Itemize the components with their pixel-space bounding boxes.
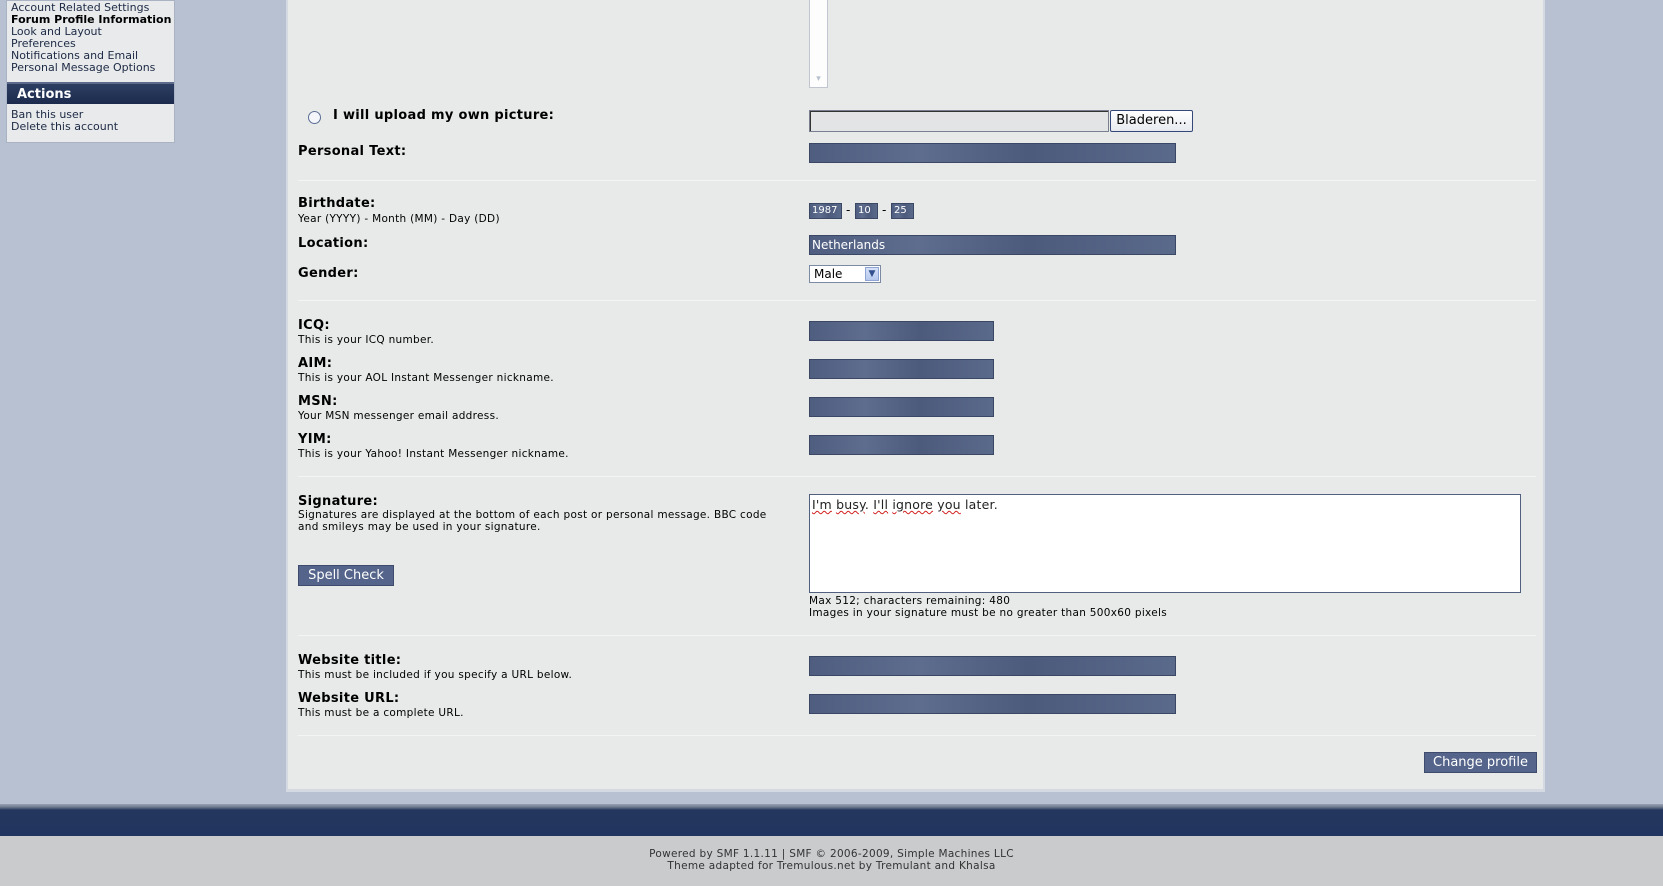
birthdate-description: Year (YYYY) - Month (MM) - Day (DD) (298, 213, 500, 225)
upload-file-input[interactable] (809, 110, 1109, 132)
chevron-down-icon[interactable]: ▼ (865, 267, 879, 281)
profile-form-panel: ▾ I will upload my own picture: Bladeren… (286, 0, 1545, 792)
personal-text-input[interactable] (809, 143, 1176, 163)
actions-menu: Ban this user Delete this account (7, 104, 174, 141)
delete-account-link[interactable]: Delete this account (11, 121, 170, 133)
location-label: Location: (298, 236, 369, 251)
signature-image-note: Images in your signature must be no grea… (809, 607, 1167, 619)
actions-header: Actions (7, 82, 174, 104)
birth-day-input[interactable]: 25 (891, 203, 914, 219)
signature-word: later. (960, 497, 998, 512)
divider (298, 180, 1536, 181)
website-url-label: Website URL: (298, 691, 400, 706)
msn-description: Your MSN messenger email address. (298, 410, 499, 422)
signature-word: I'll (873, 497, 889, 512)
gender-select[interactable]: Male ▼ (809, 265, 881, 283)
profile-menu: Account Related Settings Forum Profile I… (7, 1, 174, 79)
personal-text-label: Personal Text: (298, 144, 407, 159)
divider (298, 476, 1536, 477)
yim-description: This is your Yahoo! Instant Messenger ni… (298, 448, 569, 460)
website-url-description: This must be a complete URL. (298, 707, 464, 719)
footer-credits: Powered by SMF 1.1.11 | SMF © 2006-2009,… (649, 848, 1014, 860)
gender-label: Gender: (298, 266, 359, 281)
yim-label: YIM: (298, 432, 332, 447)
avatar-gallery-scrollbar[interactable]: ▾ (809, 0, 828, 88)
upload-picture-label: I will upload my own picture: (333, 108, 555, 123)
spell-check-button[interactable]: Spell Check (298, 565, 394, 586)
gender-selected-value: Male (814, 267, 843, 281)
website-title-label: Website title: (298, 653, 402, 668)
profile-form: ▾ I will upload my own picture: Bladeren… (298, 0, 1537, 789)
website-title-description: This must be included if you specify a U… (298, 669, 573, 681)
website-title-input[interactable] (809, 656, 1176, 676)
footer-theme-credits: Theme adapted for Tremulous.net by Tremu… (667, 860, 996, 872)
signature-word: I'm (812, 497, 832, 512)
birth-month-input[interactable]: 10 (855, 203, 878, 219)
signature-word: you (937, 497, 961, 512)
icq-label: ICQ: (298, 318, 330, 333)
date-separator: - (882, 203, 887, 217)
date-separator: - (846, 203, 851, 217)
footer: Powered by SMF 1.1.11 | SMF © 2006-2009,… (0, 836, 1663, 886)
profile-sidebar: Account Related Settings Forum Profile I… (6, 0, 175, 143)
birthdate-label: Birthdate: (298, 196, 376, 211)
aim-description: This is your AOL Instant Messenger nickn… (298, 372, 554, 384)
divider (298, 735, 1536, 736)
yim-input[interactable] (809, 435, 994, 455)
msn-input[interactable] (809, 397, 994, 417)
signature-word: busy (836, 497, 865, 512)
signature-label: Signature: (298, 494, 379, 509)
signature-max-note: Max 512; characters remaining: 480 (809, 595, 1011, 607)
signature-description: and smileys may be used in your signatur… (298, 521, 541, 533)
birth-year-input[interactable]: 1987 (809, 203, 842, 219)
divider (298, 635, 1536, 636)
sidebar-panel: Account Related Settings Forum Profile I… (6, 0, 175, 143)
signature-textarea[interactable]: I'm busy. I'll ignore you later. (809, 494, 1521, 593)
aim-input[interactable] (809, 359, 994, 379)
chevron-down-icon[interactable]: ▾ (812, 73, 825, 86)
browse-button[interactable]: Bladeren... (1110, 110, 1193, 132)
website-url-input[interactable] (809, 694, 1176, 714)
footer-band (0, 804, 1663, 836)
upload-picture-radio[interactable] (308, 111, 321, 124)
location-input[interactable]: Netherlands (809, 235, 1176, 255)
msn-label: MSN: (298, 394, 338, 409)
aim-label: AIM: (298, 356, 333, 371)
sidebar-item-pm-options[interactable]: Personal Message Options (11, 62, 170, 74)
change-profile-button[interactable]: Change profile (1424, 752, 1537, 773)
signature-word: ignore (892, 497, 934, 512)
divider (298, 300, 1536, 301)
icq-description: This is your ICQ number. (298, 334, 435, 346)
icq-input[interactable] (809, 321, 994, 341)
signature-word: . (864, 497, 874, 512)
signature-description: Signatures are displayed at the bottom o… (298, 509, 767, 521)
